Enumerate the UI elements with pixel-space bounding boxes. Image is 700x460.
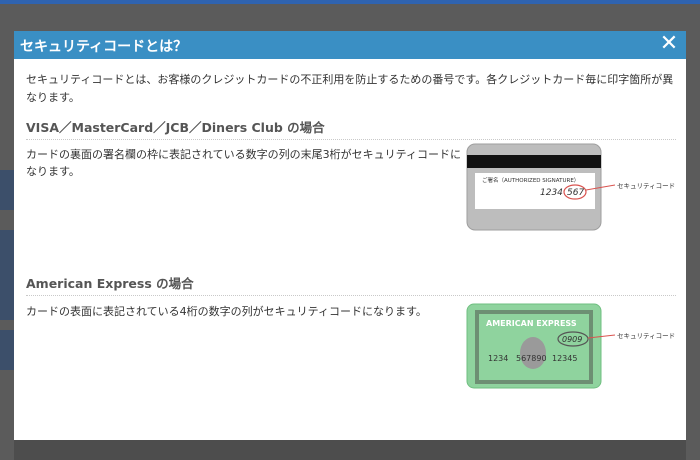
section-title-amex: American Express の場合 xyxy=(26,273,676,296)
backdrop-element xyxy=(0,170,14,210)
card-number-part: 1234 xyxy=(488,354,508,363)
amex-brand: AMERICAN EXPRESS xyxy=(486,319,577,328)
close-button[interactable]: ✕ xyxy=(658,33,680,55)
backdrop-footer xyxy=(14,440,686,460)
dialog-title: セキュリティコードとは？ xyxy=(20,39,188,55)
section-desc-visa: カードの裏面の署名欄の枠に表記されている数字の列の末尾3桁がセキュリティコードに… xyxy=(26,148,462,178)
card-number-part: 567890 xyxy=(516,354,547,363)
card-back-code: 567 xyxy=(567,188,584,198)
magnetic-stripe xyxy=(467,155,601,168)
card-front-illustration: AMERICAN EXPRESS 0909 1234 567890 12345 … xyxy=(466,303,675,389)
backdrop-element xyxy=(0,230,14,320)
callout-label: セキュリティコード xyxy=(617,182,675,190)
amex-code: 0909 xyxy=(562,335,582,344)
signature-label: ご署名（AUTHORIZED SIGNATURE） xyxy=(482,176,579,184)
intro-text: セキュリティコードとは、お客様のクレジットカードの不正利用を防止するための番号で… xyxy=(26,73,674,104)
section-desc-amex: カードの表面に表記されている4桁の数字の列がセキュリティコードになります。 xyxy=(26,305,427,318)
window-top-border xyxy=(0,0,700,4)
callout-label: セキュリティコード xyxy=(617,332,675,340)
card-portrait xyxy=(520,337,546,369)
backdrop-element xyxy=(0,330,14,370)
card-number-part: 12345 xyxy=(552,354,577,363)
card-back-number: 1234 xyxy=(540,188,563,198)
dialog-header: セキュリティコードとは？ ✕ xyxy=(14,31,686,59)
security-code-dialog: セキュリティコードとは？ ✕ セキュリティコードとは、お客様のクレジットカードの… xyxy=(14,31,686,440)
section-title-visa: VISA／MasterCard／JCB／Diners Club の場合 xyxy=(26,117,676,140)
card-back-illustration: ご署名（AUTHORIZED SIGNATURE） 1234 567 セキュリテ… xyxy=(466,143,675,231)
